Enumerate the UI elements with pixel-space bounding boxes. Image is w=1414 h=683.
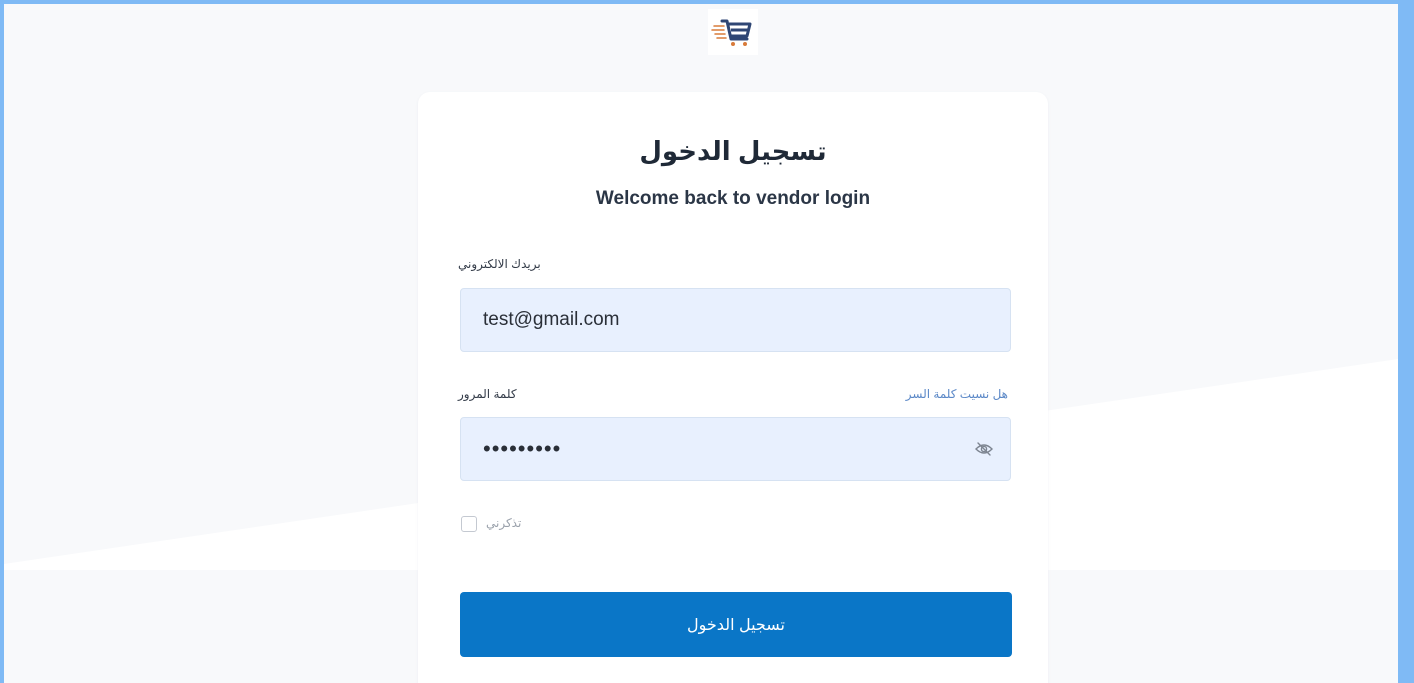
brand-logo [708,9,758,55]
login-card: تسجيل الدخول Welcome back to vendor logi… [418,92,1048,683]
login-submit-button[interactable]: تسجيل الدخول [460,592,1012,657]
eye-slash-icon [975,442,993,456]
login-title: تسجيل الدخول [639,136,827,166]
password-label: كلمة المرور [458,387,517,401]
login-subtitle: Welcome back to vendor login [595,188,871,209]
forgot-password-link[interactable]: هل نسيت كلمة السر [906,387,1008,401]
password-input[interactable] [460,417,1011,481]
remember-me-label: تذكرني [486,516,522,530]
password-visibility-toggle[interactable] [974,441,994,457]
email-label: بريدك الالكتروني [458,257,541,271]
remember-me-checkbox[interactable] [461,516,477,532]
shopping-cart-icon [711,19,752,46]
email-input[interactable] [460,288,1011,352]
login-page: تسجيل الدخول Welcome back to vendor logi… [4,4,1398,683]
